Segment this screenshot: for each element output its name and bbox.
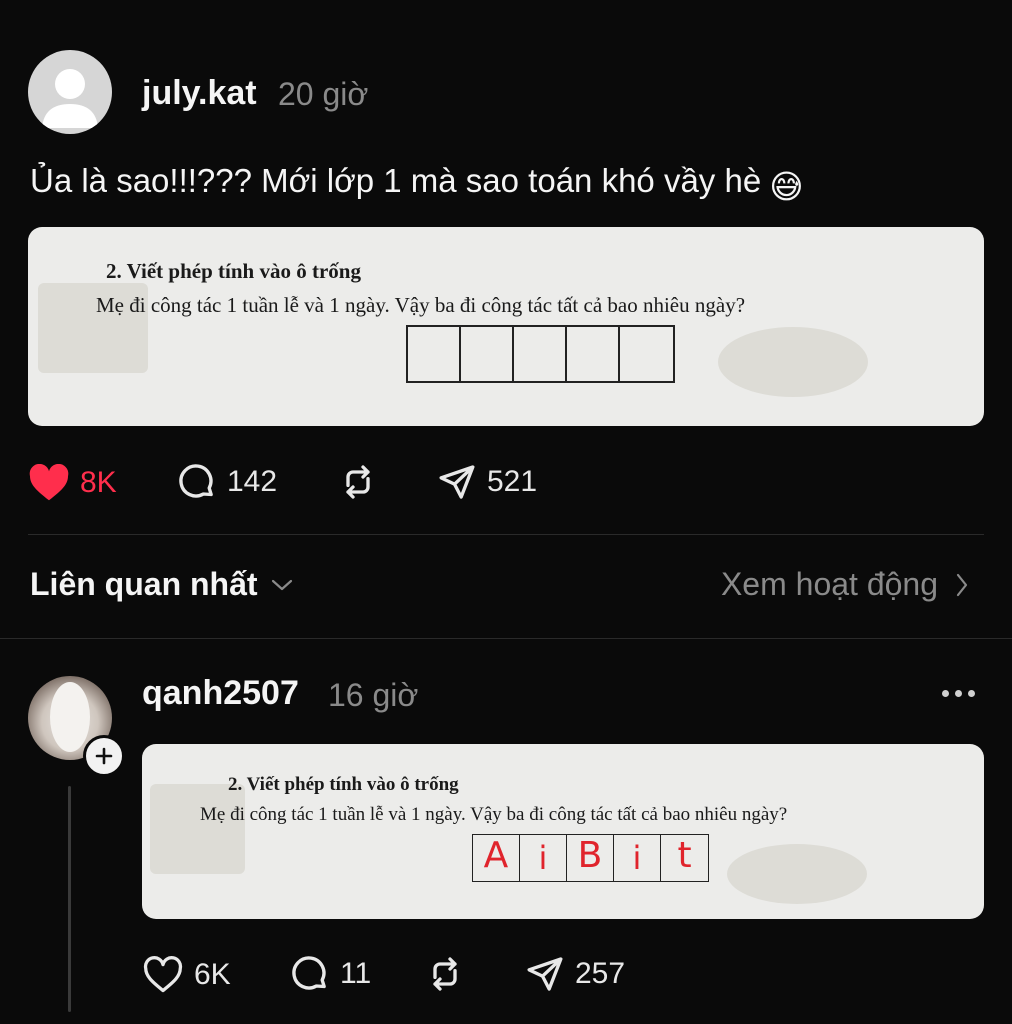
divider (0, 638, 1012, 639)
answer-letter: i (632, 839, 642, 877)
answer-box (620, 327, 673, 381)
default-avatar-icon (42, 69, 98, 128)
reply-comment-button[interactable]: 11 (290, 954, 371, 994)
share-count: 521 (487, 465, 538, 498)
answer-box: B (567, 835, 614, 881)
repost-button[interactable] (338, 462, 378, 502)
sort-label: Liên quan nhất (30, 566, 258, 602)
post-username[interactable]: july.kat (142, 74, 257, 113)
reply-comment-count: 11 (340, 957, 372, 990)
heart-filled-icon (29, 464, 69, 501)
reply-share-button[interactable]: 257 (525, 954, 625, 994)
comment-button[interactable]: 142 (177, 462, 277, 502)
divider (28, 534, 984, 535)
answer-box (461, 327, 514, 381)
heart-outline-icon (143, 956, 183, 993)
answer-box (567, 327, 620, 381)
answer-box: i (520, 835, 567, 881)
comment-bubble-icon (179, 464, 213, 498)
send-icon (527, 957, 563, 991)
post-text-content: Ủa là sao!!!??? Mới lớp 1 mà sao toán kh… (30, 162, 762, 199)
repost-icon (346, 465, 370, 499)
plus-icon (95, 747, 113, 765)
reply-like-count: 6K (194, 958, 231, 991)
follow-button[interactable] (83, 735, 125, 777)
reply-time: 16 giờ (328, 677, 419, 713)
post-time: 20 giờ (278, 76, 369, 112)
comment-count: 142 (227, 465, 278, 498)
view-activity-label: Xem hoạt động (720, 566, 938, 602)
answer-letter: t (677, 835, 692, 876)
thread-line (68, 786, 71, 1012)
share-button[interactable]: 521 (437, 462, 537, 502)
reply-like-button[interactable]: 6K (142, 956, 231, 994)
reply-image-question-title: 2. Viết phép tính vào ô trống (228, 774, 459, 795)
reply-answer-boxes: A i B i t (472, 834, 709, 882)
like-button[interactable]: 8K (28, 464, 117, 502)
answer-letter: B (577, 835, 603, 876)
chevron-down-icon (271, 579, 292, 590)
post-image[interactable]: 2. Viết phép tính vào ô trống Mẹ đi công… (28, 227, 984, 426)
answer-letter: A (483, 835, 509, 876)
like-count: 8K (80, 466, 117, 499)
more-options-icon[interactable] (942, 690, 975, 697)
answer-box: i (614, 835, 661, 881)
image-question-title: 2. Viết phép tính vào ô trống (106, 259, 361, 283)
answer-box (514, 327, 567, 381)
answer-boxes (406, 325, 675, 383)
chevron-right-icon (956, 573, 968, 596)
answer-letter: i (538, 839, 548, 877)
reply-image-question-body: Mẹ đi công tác 1 tuần lễ và 1 ngày. Vậy … (200, 804, 788, 825)
reply-image[interactable]: 2. Viết phép tính vào ô trống Mẹ đi công… (142, 744, 984, 919)
repost-icon (433, 957, 457, 991)
reply-username[interactable]: qanh2507 (142, 674, 299, 713)
image-question-body: Mẹ đi công tác 1 tuần lễ và 1 ngày. Vậy … (96, 293, 746, 317)
reply-repost-button[interactable] (425, 954, 465, 994)
view-activity-link[interactable]: Xem hoạt động (721, 566, 970, 603)
comment-bubble-icon (292, 956, 326, 990)
answer-box: A (473, 835, 520, 881)
author-avatar[interactable] (28, 50, 112, 134)
sweat-smile-emoji: 😅 (769, 168, 804, 205)
post-text: Ủa là sao!!!??? Mới lớp 1 mà sao toán kh… (30, 162, 804, 206)
answer-box: t (661, 835, 708, 881)
sort-dropdown[interactable]: Liên quan nhất (30, 566, 294, 603)
answer-box (408, 327, 461, 381)
reply-share-count: 257 (575, 957, 626, 990)
send-icon (439, 465, 475, 499)
